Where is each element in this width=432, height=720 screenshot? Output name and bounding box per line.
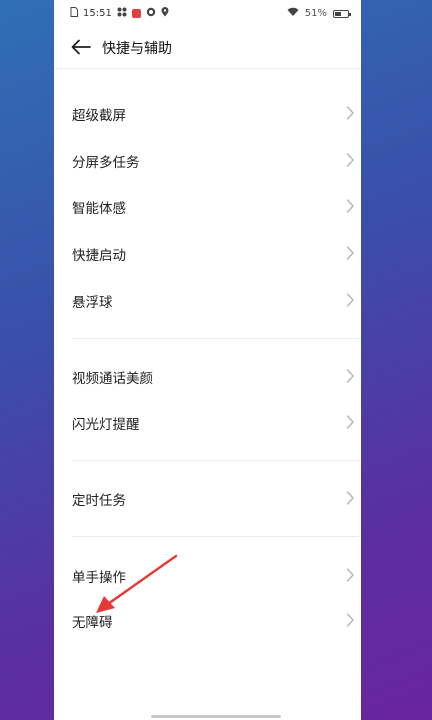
- back-button[interactable]: [70, 37, 92, 57]
- settings-row-quick-launch[interactable]: 快捷启动: [54, 231, 361, 275]
- settings-row-video-call-beauty[interactable]: 视频通话美颜: [54, 354, 361, 398]
- wifi-icon: [287, 7, 299, 20]
- chevron-right-icon: [346, 153, 354, 167]
- settings-panel: 15:51 51% 快捷与辅助 超级截屏 分屏多任务 智能体感 快捷启动 悬浮球…: [54, 0, 361, 720]
- row-label: 闪光灯提醒: [72, 417, 140, 433]
- status-bar: 15:51 51%: [54, 0, 361, 26]
- settings-row-floating-ball[interactable]: 悬浮球: [54, 278, 361, 322]
- settings-row-super-screenshot[interactable]: 超级截屏: [54, 91, 361, 135]
- settings-row-split-screen[interactable]: 分屏多任务: [54, 138, 361, 182]
- page-title: 快捷与辅助: [102, 41, 172, 57]
- q-app-icon: [146, 7, 156, 20]
- chevron-right-icon: [346, 199, 354, 213]
- battery-percent: 51%: [304, 8, 327, 19]
- home-indicator[interactable]: [151, 715, 281, 718]
- chevron-right-icon: [346, 106, 354, 120]
- location-icon: [161, 7, 169, 20]
- row-label: 悬浮球: [72, 295, 113, 311]
- settings-row-one-hand-mode[interactable]: 单手操作: [54, 553, 361, 597]
- app-grid-icon: [117, 7, 127, 20]
- row-label: 定时任务: [72, 493, 126, 509]
- sim-card-icon: [70, 7, 78, 20]
- battery-level: [335, 11, 341, 16]
- notification-badge-icon: [131, 9, 141, 18]
- settings-row-accessibility[interactable]: 无障碍: [54, 598, 361, 642]
- arrow-left-icon: [71, 39, 91, 55]
- header: 快捷与辅助: [54, 26, 361, 68]
- settings-row-flash-reminder[interactable]: 闪光灯提醒: [54, 400, 361, 444]
- chevron-right-icon: [346, 613, 354, 627]
- battery-icon: [333, 9, 351, 18]
- status-time: 15:51: [83, 8, 112, 19]
- group-divider: [72, 536, 359, 537]
- settings-row-smart-motion[interactable]: 智能体感: [54, 184, 361, 228]
- row-label: 无障碍: [72, 615, 113, 631]
- chevron-right-icon: [346, 415, 354, 429]
- group-divider: [72, 460, 359, 461]
- row-label: 超级截屏: [72, 108, 126, 124]
- row-label: 视频通话美颜: [72, 371, 153, 387]
- row-label: 单手操作: [72, 570, 126, 586]
- header-divider: [54, 68, 361, 69]
- chevron-right-icon: [346, 369, 354, 383]
- settings-row-scheduled-task[interactable]: 定时任务: [54, 476, 361, 520]
- row-label: 智能体感: [72, 201, 126, 217]
- group-divider: [72, 338, 359, 339]
- chevron-right-icon: [346, 568, 354, 582]
- row-label: 分屏多任务: [72, 155, 140, 171]
- chevron-right-icon: [346, 246, 354, 260]
- status-left: 15:51: [70, 7, 169, 20]
- chevron-right-icon: [346, 491, 354, 505]
- chevron-right-icon: [346, 293, 354, 307]
- row-label: 快捷启动: [72, 248, 126, 264]
- status-right: 51%: [287, 7, 351, 20]
